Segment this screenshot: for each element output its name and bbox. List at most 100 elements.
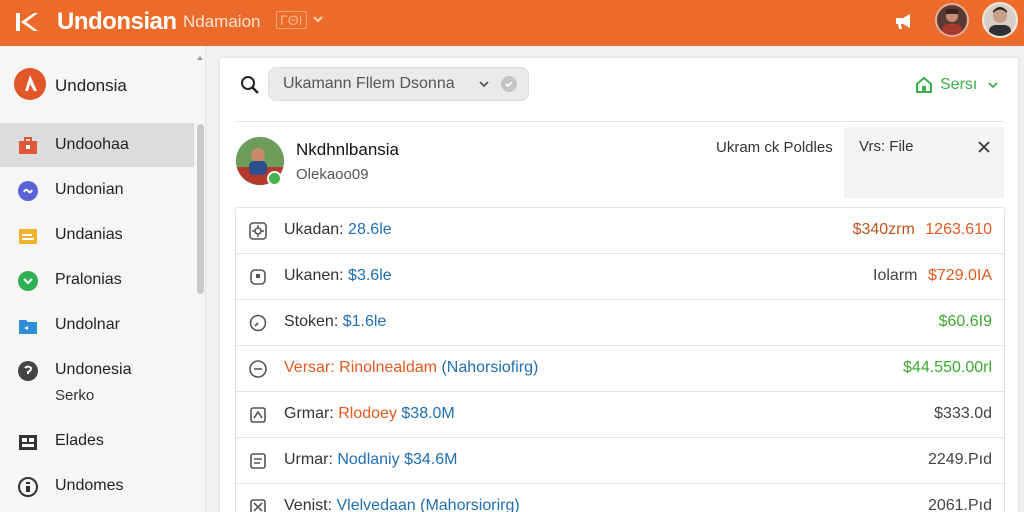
row-label-group: Urmar: Nodlaniy $34.6M: [284, 451, 457, 469]
clear-search-icon[interactable]: [501, 76, 517, 92]
folder-icon: [19, 320, 37, 334]
sidebar-item-sublabel: Serko: [55, 387, 95, 404]
sidebar-item-undanias[interactable]: Undanias: [0, 213, 194, 257]
sidebar-item-label: Undonian: [55, 181, 124, 198]
chevron-down-icon[interactable]: [310, 11, 326, 27]
divider: [235, 121, 1004, 122]
clock-icon: [249, 314, 267, 332]
briefcase-icon: [19, 137, 37, 154]
row-label: Stoken:: [284, 313, 339, 330]
sidebar-item-label: Undolnar: [55, 316, 120, 333]
row-note: $340zrm: [852, 221, 915, 238]
brand-logo-icon: [14, 68, 46, 100]
share-button[interactable]: Sersı: [914, 74, 1006, 98]
sidebar-item-pralonias[interactable]: Pralonias: [0, 258, 194, 302]
row-label-group: Ukadan: 28.6le: [284, 221, 392, 239]
table-row[interactable]: Stoken: $1.6le $60.6I9: [236, 300, 1004, 346]
box-icon: [250, 269, 266, 285]
doc-icon: [250, 453, 266, 469]
sidebar-item-undomes[interactable]: Undomes: [0, 464, 194, 508]
row-amount: 2249.Pıd: [927, 451, 992, 468]
row-value: $3.6le: [348, 267, 392, 284]
file-panel: Vrs: File: [844, 127, 1004, 198]
chevron-down-icon[interactable]: [477, 77, 491, 91]
row-amount-group: $333.0d: [928, 405, 992, 423]
row-extra: (Mahorsiorirg): [420, 497, 520, 512]
sidebar-item-label: Undomes: [55, 477, 124, 494]
org-switcher-label[interactable]: Ndamaion: [183, 12, 261, 32]
folders-link[interactable]: Ukram ck Poldles: [716, 139, 833, 156]
app-logo-icon[interactable]: [14, 10, 40, 34]
table-row[interactable]: Ukanen: $3.6le Iolarm $729.0IA: [236, 254, 1004, 300]
contact-subtitle: Olekaoo09: [296, 166, 369, 183]
table-row[interactable]: Grmar: Rlodoey $38.0M $333.0d: [236, 392, 1004, 438]
sidebar-item-undonian[interactable]: Undonian: [0, 168, 194, 212]
row-amount: $333.0d: [934, 405, 992, 422]
sidebar-scrollbar-thumb[interactable]: [197, 124, 204, 294]
row-label-group: Stoken: $1.6le: [284, 313, 386, 331]
sidebar-item-label: Undonesia: [55, 361, 132, 378]
row-label: Grmar:: [284, 405, 334, 422]
sidebar-item-label: Pralonias: [55, 271, 122, 288]
table-row[interactable]: Urmar: Nodlaniy $34.6M 2249.Pıd: [236, 438, 1004, 484]
sidebar-item-undolnar[interactable]: Undolnar: [0, 303, 194, 347]
row-amount-group: $60.6I9: [933, 313, 992, 331]
row-label-group: Venist: Vlelvedaan (Mahorsiorirg): [284, 497, 520, 512]
entries-table: Ukadan: 28.6le $340zrm 1263.610 Ukanen: …: [235, 207, 1005, 512]
main-panel: Sersı Nkdhnlbansia Olekaoo09 Ukram ck Po…: [220, 58, 1018, 512]
row-value: Vlelvedaan: [336, 497, 416, 512]
sidebar-item-label: Undoohaa: [55, 136, 129, 153]
link-icon: [18, 181, 38, 201]
person-icon: [989, 7, 1011, 36]
sidebar-item-label: Elades: [55, 432, 104, 449]
table-row[interactable]: Versar: Rinolnealdam (Nahorsiofirg) $44.…: [236, 346, 1004, 392]
top-bar: Undonsian Ndamaion ΓΘΙ: [0, 0, 1024, 46]
row-label: Ukadan:: [284, 221, 344, 238]
row-amount-group: $340zrm 1263.610: [853, 221, 992, 239]
row-amount: $44.550.00rl: [903, 359, 992, 376]
row-amount-group: 2061.Pıd: [922, 497, 992, 512]
home-share-icon: [916, 76, 932, 93]
table-row[interactable]: Ukadan: 28.6le $340zrm 1263.610: [236, 208, 1004, 254]
chevron-down-icon: [988, 82, 998, 89]
close-icon[interactable]: [977, 140, 991, 154]
row-label-group: Versar: Rinolnealdam (Nahorsiofirg): [284, 359, 538, 377]
row-value: Nodlaniy: [337, 451, 400, 468]
row-value: 28.6le: [348, 221, 392, 238]
status-online-icon: [267, 171, 282, 186]
sidebar-item-elades[interactable]: Elades: [0, 419, 194, 463]
row-extra: (Nahorsiofirg): [441, 359, 539, 376]
sidebar-item-label: Undanias: [55, 226, 123, 243]
row-extra: $34.6M: [404, 451, 458, 468]
row-label-group: Ukanen: $3.6le: [284, 267, 392, 285]
file-panel-label: Vrs: File: [859, 138, 914, 155]
row-label: Versar:: [284, 359, 335, 376]
contact-name: Nkdhnlbansia: [296, 140, 400, 159]
sidebar-item-undoohaa[interactable]: Undoohaa: [0, 123, 194, 167]
profile-avatar[interactable]: [982, 2, 1018, 38]
table-row[interactable]: Venist: Vlelvedaan (Mahorsiorirg) 2061.P…: [236, 484, 1004, 512]
sidebar: Undonsia Undoohaa Undonian Undanias Pral…: [0, 46, 206, 512]
search-box[interactable]: [268, 67, 529, 101]
row-label: Venist:: [284, 497, 333, 512]
megaphone-icon[interactable]: [893, 10, 915, 32]
row-amount: 1263.610: [925, 221, 992, 238]
row-value: $1.6le: [342, 313, 387, 330]
user-avatar[interactable]: [935, 3, 969, 37]
row-amount-group: 2249.Pıd: [922, 451, 992, 469]
tag-icon: [250, 407, 266, 423]
row-value: Rinolnealdam: [339, 359, 437, 376]
search-input[interactable]: [283, 74, 473, 94]
folder-icon: [19, 229, 37, 244]
x-square-icon: [250, 499, 266, 512]
row-amount: $60.6I9: [938, 313, 992, 330]
org-badge: ΓΘΙ: [276, 11, 307, 29]
info-icon: [18, 477, 38, 497]
chat-icon: [18, 271, 38, 291]
sidebar-brand[interactable]: Undonsia: [14, 68, 204, 102]
search-icon[interactable]: [240, 75, 260, 95]
row-label: Ukanen:: [284, 267, 344, 284]
scroll-up-arrow-icon[interactable]: [196, 54, 204, 62]
sidebar-item-undonesia[interactable]: Undonesia Serko: [0, 348, 194, 406]
row-note: Iolarm: [873, 267, 918, 284]
